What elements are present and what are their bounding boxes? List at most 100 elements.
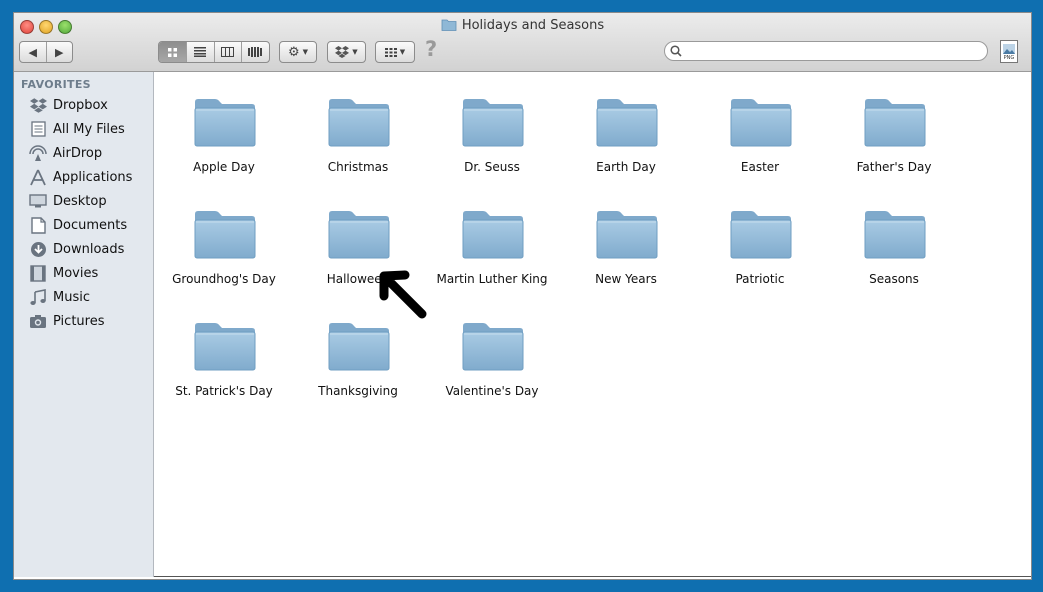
sidebar-item-applications[interactable]: Applications bbox=[14, 166, 153, 188]
list-view-button[interactable] bbox=[187, 42, 215, 62]
folder-item[interactable]: Earth Day bbox=[559, 82, 693, 182]
folder-icon bbox=[730, 211, 792, 259]
folder-label: Apple Day bbox=[193, 160, 255, 174]
sidebar-heading-favorites: FAVORITES bbox=[21, 78, 91, 91]
folder-item[interactable]: St. Patrick's Day bbox=[157, 306, 291, 406]
icon-view-button[interactable] bbox=[159, 42, 188, 62]
chevron-down-icon: ▼ bbox=[302, 48, 309, 56]
dropbox-icon bbox=[29, 96, 47, 114]
back-button[interactable]: ◀ bbox=[20, 42, 47, 62]
search-icon bbox=[670, 45, 682, 57]
folder-item[interactable]: Apple Day bbox=[157, 82, 291, 182]
folder-icon bbox=[194, 99, 256, 147]
icon-view-icon bbox=[168, 47, 178, 57]
folder-label: Earth Day bbox=[596, 160, 656, 174]
folder-icon bbox=[730, 99, 792, 147]
png-image-icon bbox=[1003, 44, 1015, 54]
folder-icon bbox=[462, 99, 524, 147]
folder-icon bbox=[596, 211, 658, 259]
sidebar-item-dropbox[interactable]: Dropbox bbox=[14, 94, 153, 116]
folder-item[interactable]: Seasons bbox=[827, 194, 961, 294]
desktop-icon bbox=[29, 192, 47, 210]
sidebar-item-label: Desktop bbox=[53, 193, 107, 209]
folder-label: Martin Luther King bbox=[436, 272, 548, 286]
sidebar-item-documents[interactable]: Documents bbox=[14, 214, 153, 236]
coverflow-view-icon bbox=[248, 47, 263, 57]
png-file-label: PNG bbox=[1003, 55, 1015, 61]
folder-item[interactable]: Valentine's Day bbox=[425, 306, 559, 406]
search-input[interactable] bbox=[687, 43, 981, 59]
sidebar-item-label: Applications bbox=[53, 169, 133, 185]
downloads-icon bbox=[29, 240, 47, 258]
toolbar: Holidays and Seasons ◀ ▶ ⚙ ▼ ▼ ▼ ? PNG bbox=[14, 13, 1031, 72]
dropbox-menu-button[interactable]: ▼ bbox=[327, 41, 366, 63]
folder-item[interactable]: Groundhog's Day bbox=[157, 194, 291, 294]
sidebar-item-label: Dropbox bbox=[53, 97, 108, 113]
folder-item[interactable]: Dr. Seuss bbox=[425, 82, 559, 182]
sidebar-item-label: All My Files bbox=[53, 121, 125, 137]
png-file-icon[interactable]: PNG bbox=[1000, 40, 1018, 63]
folder-label: Dr. Seuss bbox=[464, 160, 520, 174]
folder-item[interactable]: Father's Day bbox=[827, 82, 961, 182]
back-arrow-icon: ◀ bbox=[28, 45, 37, 59]
folder-label: Valentine's Day bbox=[445, 384, 539, 398]
sidebar-item-label: Pictures bbox=[53, 313, 105, 329]
folder-icon bbox=[441, 19, 457, 31]
folder-icon bbox=[194, 323, 256, 371]
coverflow-view-button[interactable] bbox=[242, 42, 269, 62]
dropbox-icon bbox=[335, 46, 350, 58]
pointer-arrow-annotation bbox=[379, 270, 427, 319]
sidebar-item-all-my-files[interactable]: All My Files bbox=[14, 118, 153, 140]
sidebar-item-label: AirDrop bbox=[53, 145, 103, 161]
music-icon bbox=[29, 288, 47, 306]
pictures-icon bbox=[29, 312, 47, 330]
view-mode-buttons bbox=[158, 41, 270, 63]
column-view-button[interactable] bbox=[215, 42, 242, 62]
help-icon[interactable]: ? bbox=[425, 37, 437, 61]
folder-icon bbox=[328, 211, 390, 259]
folder-item[interactable]: Christmas bbox=[291, 82, 425, 182]
folder-icon bbox=[864, 211, 926, 259]
finder-window: Holidays and Seasons ◀ ▶ ⚙ ▼ ▼ ▼ ? PNG F… bbox=[13, 12, 1032, 580]
sidebar-item-movies[interactable]: Movies bbox=[14, 262, 153, 284]
list-view-icon bbox=[194, 47, 207, 57]
folder-item[interactable]: New Years bbox=[559, 194, 693, 294]
folder-item[interactable]: Easter bbox=[693, 82, 827, 182]
search-field[interactable] bbox=[664, 41, 988, 61]
sidebar-item-desktop[interactable]: Desktop bbox=[14, 190, 153, 212]
folder-label: St. Patrick's Day bbox=[175, 384, 273, 398]
sidebar-item-label: Movies bbox=[53, 265, 99, 281]
sidebar-item-label: Documents bbox=[53, 217, 128, 233]
sidebar-item-downloads[interactable]: Downloads bbox=[14, 238, 153, 260]
sidebar-item-pictures[interactable]: Pictures bbox=[14, 310, 153, 332]
folder-item[interactable]: Patriotic bbox=[693, 194, 827, 294]
folder-icon bbox=[596, 99, 658, 147]
window-title-text: Holidays and Seasons bbox=[461, 18, 605, 33]
folder-label: Seasons bbox=[869, 272, 919, 286]
all-files-icon bbox=[29, 120, 47, 138]
folder-icon bbox=[462, 211, 524, 259]
airdrop-icon bbox=[29, 144, 47, 162]
movies-icon bbox=[29, 264, 47, 282]
window-bottom-edge bbox=[154, 576, 1031, 577]
folder-label: New Years bbox=[595, 272, 657, 286]
forward-button[interactable]: ▶ bbox=[47, 42, 73, 62]
arrange-menu-button[interactable]: ▼ bbox=[375, 41, 415, 63]
window-title: Holidays and Seasons bbox=[14, 18, 1031, 33]
chevron-down-icon: ▼ bbox=[399, 48, 406, 56]
sidebar-item-label: Downloads bbox=[53, 241, 125, 257]
folder-label: Father's Day bbox=[856, 160, 932, 174]
forward-arrow-icon: ▶ bbox=[55, 45, 64, 59]
folder-label: Easter bbox=[740, 160, 780, 174]
folder-icon bbox=[462, 323, 524, 371]
sidebar-item-airdrop[interactable]: AirDrop bbox=[14, 142, 153, 164]
nav-buttons: ◀ ▶ bbox=[19, 41, 73, 63]
chevron-down-icon: ▼ bbox=[352, 48, 358, 56]
folder-item[interactable]: Martin Luther King bbox=[425, 194, 559, 294]
action-menu-button[interactable]: ⚙ ▼ bbox=[279, 41, 317, 63]
sidebar-item-music[interactable]: Music bbox=[14, 286, 153, 308]
folder-label: Groundhog's Day bbox=[172, 272, 276, 286]
gear-icon: ⚙ bbox=[287, 44, 300, 60]
column-view-icon bbox=[221, 47, 235, 57]
documents-icon bbox=[29, 216, 47, 234]
